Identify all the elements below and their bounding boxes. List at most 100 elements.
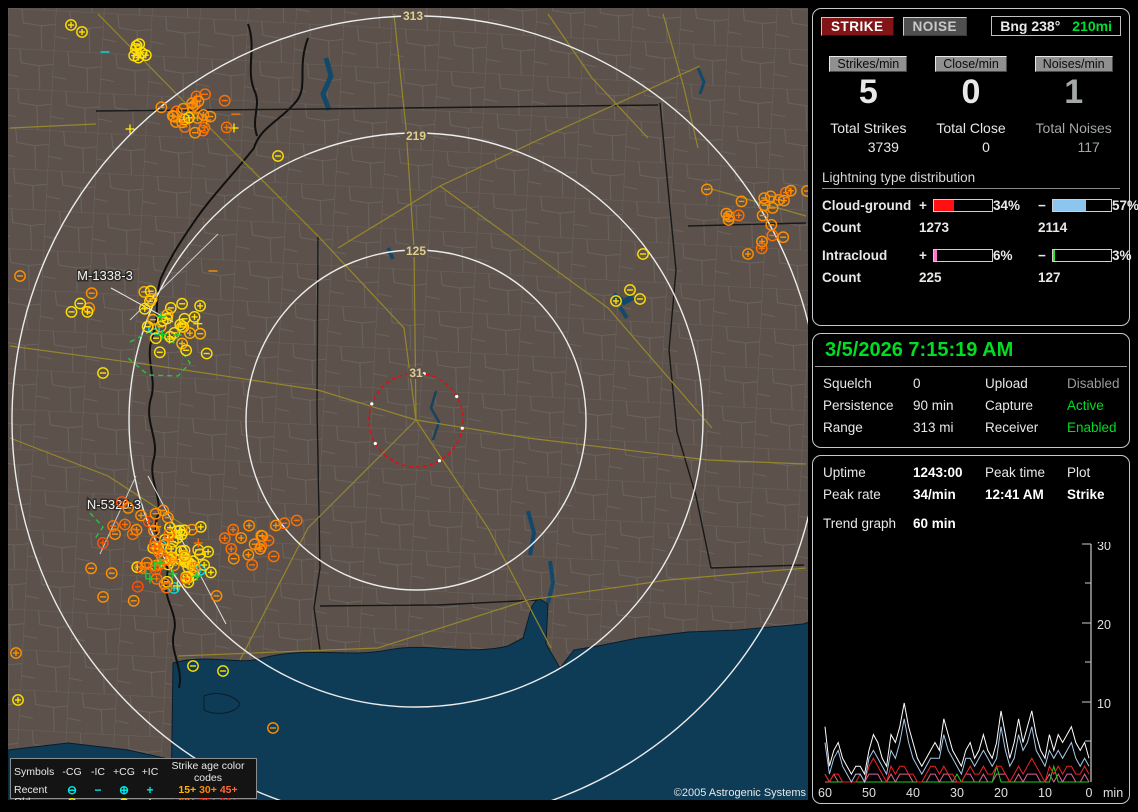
- persistence-value: 90 min: [913, 398, 985, 413]
- total-noises-value: 117: [1037, 139, 1138, 155]
- ic-pos-count: 225: [919, 270, 993, 285]
- receiver-status: Enabled: [1067, 420, 1129, 435]
- storm-cell-label: M-1338-3: [77, 268, 133, 283]
- strikes-per-min-value: 5: [817, 75, 920, 111]
- persistence-label: Persistence: [823, 398, 913, 413]
- uptime-label: Uptime: [823, 465, 913, 480]
- pos-ic-old-icon: +: [137, 796, 163, 800]
- peak-time-label: Peak time: [985, 465, 1067, 480]
- cg-neg-bar: [1052, 199, 1112, 212]
- trend-window-value: 60 min: [913, 516, 985, 531]
- cg-pos-bar: [933, 199, 993, 212]
- intracloud-label: Intracloud: [822, 248, 919, 263]
- plus-sign: +: [919, 198, 933, 213]
- strikes-column: Strikes/min 5 Total Strikes 3739: [817, 56, 920, 155]
- bearing-value: Bng 238°: [1000, 18, 1060, 34]
- lightning-map[interactable]: 31321912531M-1338-3N-5320-3 Symbols -CG …: [8, 8, 808, 800]
- x-label-10: 10: [1038, 786, 1052, 800]
- range-ring-label: 125: [406, 244, 426, 258]
- total-noises-label: Total Noises: [1022, 120, 1125, 136]
- close-per-min-chip: Close/min: [935, 56, 1007, 72]
- neg-ic-old-icon: −: [85, 796, 111, 800]
- age-90: 90+: [220, 796, 238, 800]
- total-close-value: 0: [935, 139, 1038, 155]
- intracloud-row: Intracloud + 6% − 3%: [822, 248, 1120, 263]
- trend-graph-label: Trend graph: [823, 516, 913, 531]
- upload-label: Upload: [985, 376, 1067, 391]
- y-label-10: 10: [1097, 697, 1111, 711]
- pos-cg-old-icon: ⊕: [111, 796, 137, 800]
- age-60: 60+: [178, 796, 196, 800]
- trend-series-pos-cg: [825, 758, 1089, 782]
- plus-sign: +: [919, 248, 933, 263]
- range-value: 313 mi: [913, 420, 985, 435]
- trend-series-group: [825, 703, 1089, 782]
- ic-pos-pct: 6%: [993, 248, 1038, 263]
- noises-per-min-value: 1: [1022, 75, 1125, 111]
- y-label-20: 20: [1097, 618, 1111, 632]
- status-panel: 3/5/2026 7:15:19 AM Squelch 0 Upload Dis…: [812, 333, 1130, 448]
- trend-setting-row: Trend graph 60 min: [813, 502, 1129, 531]
- stats-grid: Uptime 1243:00 Peak time Plot Peak rate …: [813, 456, 1129, 502]
- noise-toggle-button[interactable]: NOISE: [903, 17, 968, 36]
- legend-neg-ic-header: -IC: [85, 766, 111, 778]
- distribution-title: Lightning type distribution: [822, 170, 1120, 189]
- counters-panel: STRIKE NOISE Bng 238° 210mi Strikes/min …: [812, 8, 1130, 326]
- count-label: Count: [822, 220, 919, 235]
- nexstorm-window: 31321912531M-1338-3N-5320-3 Symbols -CG …: [0, 0, 1138, 812]
- alarm-ring-dot: [438, 459, 441, 462]
- ic-neg-count: 127: [1038, 270, 1112, 285]
- trend-panel: Uptime 1243:00 Peak time Plot Peak rate …: [812, 455, 1130, 804]
- total-strikes-label: Total Strikes: [817, 120, 920, 136]
- count-label: Count: [822, 270, 919, 285]
- rate-columns: Strikes/min 5 Total Strikes 3739 Close/m…: [813, 56, 1129, 155]
- noises-column: Noises/min 1 Total Noises 117: [1022, 56, 1125, 155]
- datetime-display: 3/5/2026 7:15:19 AM: [815, 334, 1127, 367]
- capture-label: Capture: [985, 398, 1067, 413]
- uptime-value: 1243:00: [913, 465, 985, 480]
- x-unit-label: min: [1103, 786, 1123, 800]
- y-label-30: 30: [1097, 542, 1111, 553]
- cg-pos-pct: 34%: [993, 198, 1038, 213]
- alarm-ring-dot: [423, 372, 426, 375]
- alarm-ring-dot: [374, 442, 377, 445]
- upload-status: Disabled: [1067, 376, 1129, 391]
- close-column: Close/min 0 Total Close 0: [920, 56, 1023, 155]
- trend-graph: 30 20 10 60 50 40 30 20 10 0 min: [817, 542, 1133, 800]
- bearing-display: Bng 238° 210mi: [991, 16, 1121, 36]
- alarm-ring-dot: [455, 395, 458, 398]
- peak-rate-value: 34/min: [913, 487, 985, 502]
- x-label-0: 0: [1086, 786, 1093, 800]
- legend-age-header: Strike age color codes: [163, 760, 253, 784]
- legend-neg-cg-header: -CG: [59, 766, 85, 778]
- squelch-label: Squelch: [823, 376, 913, 391]
- legend-pos-ic-header: +IC: [137, 766, 163, 778]
- close-per-min-value: 0: [920, 75, 1023, 111]
- minus-sign: −: [1038, 248, 1052, 263]
- x-label-30: 30: [950, 786, 964, 800]
- legend-old-label: Old: [14, 796, 59, 800]
- bearing-range-value: 210mi: [1072, 18, 1112, 34]
- toggle-row: STRIKE NOISE Bng 238° 210mi: [813, 9, 1129, 36]
- age-30: 30+: [199, 784, 217, 796]
- squelch-value: 0: [913, 376, 985, 391]
- legend-recent-label: Recent: [14, 784, 59, 796]
- cloud-ground-row: Cloud-ground + 34% − 57%: [822, 198, 1120, 213]
- strike-symbol-legend: Symbols -CG -IC +CG +IC Strike age color…: [10, 758, 257, 799]
- cloud-ground-count-row: Count 1273 2114: [822, 220, 1120, 235]
- age-45: 45+: [220, 784, 238, 796]
- strikes-per-min-chip: Strikes/min: [829, 56, 907, 72]
- plot-mode-value: Strike: [1067, 487, 1129, 502]
- range-ring-label: 31: [409, 366, 423, 380]
- ic-neg-pct: 3%: [1112, 248, 1138, 263]
- legend-symbols-header: Symbols: [14, 766, 59, 778]
- total-close-label: Total Close: [920, 120, 1023, 136]
- x-label-60: 60: [818, 786, 832, 800]
- range-ring-label: 313: [403, 9, 423, 23]
- trend-series-total: [825, 703, 1089, 774]
- map-canvas[interactable]: 31321912531M-1338-3N-5320-3: [8, 8, 808, 800]
- strike-toggle-button[interactable]: STRIKE: [821, 17, 894, 36]
- peak-time-value: 12:41 AM: [985, 487, 1067, 502]
- cg-neg-pct: 57%: [1112, 198, 1138, 213]
- intracloud-count-row: Count 225 127: [822, 270, 1120, 285]
